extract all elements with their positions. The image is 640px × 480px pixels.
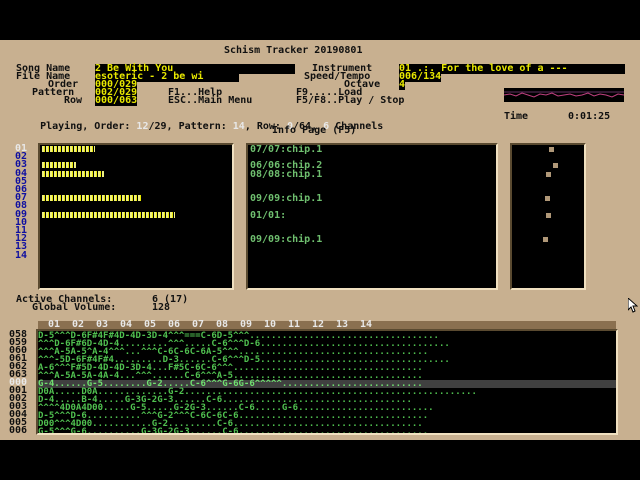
vu-bar bbox=[42, 211, 175, 218]
position-marker bbox=[549, 147, 554, 152]
info-page-title: Info Page (F5) bbox=[272, 125, 357, 136]
channel-header[interactable]: 04 bbox=[120, 320, 132, 330]
pattern-row-number: 006 bbox=[9, 425, 28, 436]
help-esc: ESC..Main Menu bbox=[168, 95, 253, 106]
channel-header[interactable]: 06 bbox=[168, 320, 180, 330]
speed-field[interactable]: 006/134 bbox=[399, 72, 442, 82]
channel-header[interactable]: 02 bbox=[72, 320, 84, 330]
sample-entry[interactable]: 09/09:chip.1 bbox=[250, 194, 322, 204]
help-f5: F5/F8..Play / Stop bbox=[296, 95, 405, 106]
vu-channel-number: 14 bbox=[15, 249, 28, 261]
position-panel[interactable] bbox=[510, 143, 586, 290]
app-title: Schism Tracker 20190801 bbox=[224, 45, 363, 56]
vu-bar bbox=[42, 162, 76, 169]
channel-header[interactable]: 12 bbox=[312, 320, 324, 330]
octave-field[interactable]: 4 bbox=[399, 80, 406, 90]
position-marker bbox=[546, 171, 551, 177]
global-volume-value: 128 bbox=[152, 302, 171, 313]
sample-entry[interactable]: 08/08:chip.1 bbox=[250, 169, 322, 179]
channel-header[interactable]: 09 bbox=[240, 320, 252, 330]
tracker-screen: Schism Tracker 20190801 Song Name 2 Be W… bbox=[0, 40, 640, 440]
channel-header[interactable]: 11 bbox=[288, 320, 300, 330]
channel-header[interactable]: 08 bbox=[216, 320, 228, 330]
channel-header[interactable]: 07 bbox=[192, 320, 204, 330]
oscilloscope bbox=[503, 88, 625, 102]
vu-bar bbox=[42, 170, 104, 177]
position-marker bbox=[553, 163, 558, 169]
channel-header[interactable]: 14 bbox=[360, 320, 372, 330]
pattern-editor[interactable]: D-5^^^D-6F#4F#4D-4D-3D-4^^^===C-6D-5^^^.… bbox=[36, 329, 618, 435]
row-field[interactable]: 000/063 bbox=[95, 96, 138, 106]
vu-meter-panel[interactable] bbox=[38, 143, 234, 290]
status-pattern: 14 bbox=[232, 121, 245, 132]
sample-entry[interactable]: 01/01: bbox=[250, 210, 286, 220]
status-order: 12 bbox=[136, 121, 149, 132]
time-label: Time bbox=[504, 111, 529, 122]
sample-entry[interactable]: 09/09:chip.1 bbox=[250, 235, 322, 245]
sample-panel[interactable]: 07/07:chip.1 06/06:chip.2 08/08:chip.1 09/0… bbox=[246, 143, 498, 290]
channel-header[interactable]: 05 bbox=[144, 320, 156, 330]
channel-header[interactable]: 01 bbox=[48, 320, 60, 330]
row-label: Row bbox=[64, 95, 83, 106]
octave-label: Octave bbox=[344, 79, 381, 90]
position-marker bbox=[546, 212, 551, 218]
channel-header[interactable]: 10 bbox=[264, 320, 276, 330]
vu-bar bbox=[42, 195, 141, 202]
position-marker bbox=[543, 237, 548, 243]
channel-header[interactable]: 13 bbox=[336, 320, 348, 330]
time-value: 0:01:25 bbox=[568, 111, 611, 122]
pattern-row[interactable]: G-5^^^G-6..........G-3G-2G-3......C-6...… bbox=[38, 428, 616, 434]
vu-bar bbox=[42, 146, 95, 152]
global-volume-label: Global Volume: bbox=[32, 302, 117, 313]
channel-header[interactable]: 03 bbox=[96, 320, 108, 330]
position-marker bbox=[545, 196, 550, 202]
mouse-cursor-icon bbox=[628, 298, 638, 313]
sample-entry[interactable]: 07/07:chip.1 bbox=[250, 145, 322, 155]
oscilloscope-wave bbox=[503, 91, 625, 98]
